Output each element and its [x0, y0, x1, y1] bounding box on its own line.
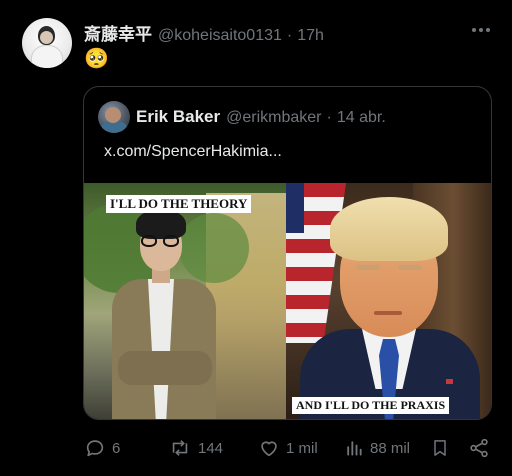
person-mouth [374, 311, 402, 315]
person-crossed-arms [118, 351, 212, 385]
quote-media[interactable]: I'LL DO THE THEORY AND I'LL DO THE PRAXI… [84, 183, 491, 419]
lapel-pin [446, 379, 453, 384]
like-count: 1 mil [286, 439, 318, 457]
quote-author-avatar[interactable] [98, 101, 130, 133]
meme-caption-top: I'LL DO THE THEORY [106, 195, 252, 213]
header-separator: · [286, 27, 293, 44]
post-time[interactable]: 17h [297, 27, 324, 45]
share-icon [470, 438, 488, 458]
author-name[interactable]: 斎藤幸平 [84, 20, 152, 45]
author-avatar[interactable] [22, 18, 72, 68]
like-icon [261, 441, 277, 457]
avatar-body [31, 45, 63, 68]
bookmark-button[interactable] [430, 436, 450, 460]
action-bar: 6 144 1 mil 88 mil [84, 436, 496, 460]
quote-time[interactable]: 14 abr. [337, 109, 386, 127]
meme-left-photo: I'LL DO THE THEORY [84, 183, 286, 419]
author-handle[interactable]: @koheisaito0131 [158, 27, 282, 45]
quote-separator: · [326, 109, 332, 126]
person-hair [330, 197, 448, 261]
like-button[interactable]: 1 mil [258, 436, 318, 460]
quote-author-name[interactable]: Erik Baker [136, 107, 220, 127]
reply-button[interactable]: 6 [84, 436, 120, 460]
meme-caption-bottom: AND I'LL DO THE PRAXIS [292, 397, 450, 414]
quote-author-handle[interactable]: @erikmbaker [226, 109, 321, 127]
flag-canton [286, 183, 304, 233]
repost-button[interactable]: 144 [168, 436, 223, 460]
person-brow [356, 265, 380, 270]
quote-avatar-face [105, 107, 121, 123]
quote-card[interactable]: Erik Baker @erikmbaker · 14 abr. x.com/S… [83, 86, 492, 420]
bookmark-icon [434, 440, 446, 456]
share-button[interactable] [468, 436, 490, 460]
views-button[interactable]: 88 mil [344, 436, 410, 460]
post-text: 🥺 [84, 46, 109, 70]
person-glasses [141, 235, 181, 247]
repost-icon [172, 440, 188, 456]
reply-icon [86, 440, 104, 457]
background-tree [179, 213, 249, 283]
reply-count: 6 [112, 439, 121, 457]
meme-right-photo: AND I'LL DO THE PRAXIS [286, 183, 491, 419]
avatar-face [40, 31, 53, 44]
quote-link[interactable]: x.com/SpencerHakimia... [104, 143, 282, 161]
quote-header: Erik Baker @erikmbaker · 14 abr. [136, 107, 386, 127]
person-brow [398, 265, 422, 270]
repost-count: 144 [198, 439, 224, 457]
more-icon[interactable] [470, 22, 492, 38]
post-header: 斎藤幸平 @koheisaito0131 · 17h [84, 20, 324, 45]
views-icon [347, 441, 362, 456]
views-count: 88 mil [370, 439, 411, 457]
